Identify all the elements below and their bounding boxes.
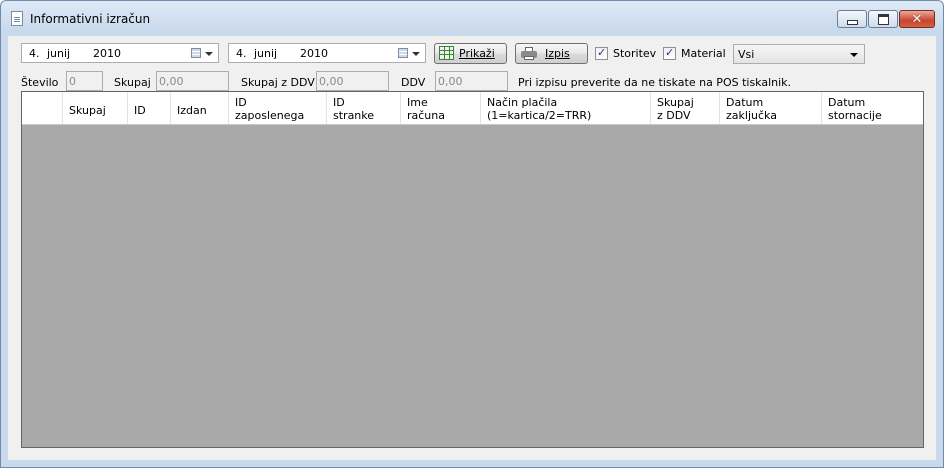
column-header[interactable]: ID stranke <box>327 92 401 124</box>
minimize-button[interactable] <box>837 10 867 28</box>
maximize-icon <box>877 13 889 25</box>
print-note: Pri izpisu preverite da ne tiskate na PO… <box>518 76 792 89</box>
vat-field[interactable]: 0,00 <box>435 71 508 91</box>
type-select-value: Vsi <box>738 48 755 61</box>
total-vat-label: Skupaj z DDV <box>241 76 315 89</box>
column-header-label: Način plačila (1=kartica/2=TRR) <box>487 96 592 122</box>
date-from-picker[interactable]: 4. junij 2010 <box>21 43 219 63</box>
vat-label: DDV <box>401 76 426 89</box>
date-to-year[interactable]: 2010 <box>300 47 328 60</box>
minimize-icon <box>846 19 858 25</box>
column-header[interactable]: Skupaj <box>63 92 128 124</box>
column-header-label: Skupaj z DDV <box>657 96 694 122</box>
printer-icon <box>521 47 537 60</box>
type-select[interactable]: Vsi <box>733 44 865 64</box>
close-icon: ✕ <box>911 11 923 27</box>
main-window: Informativni izračun ✕ 4. junij 2010 4. … <box>0 0 944 468</box>
calendar-icon[interactable] <box>191 48 201 58</box>
column-header[interactable]: Datum stornacije <box>822 92 923 124</box>
grid-header: Skupaj ID Izdan ID zaposlenega ID strank… <box>22 92 923 125</box>
column-header-label: ID <box>134 104 146 117</box>
column-header[interactable]: Ime računa <box>401 92 481 124</box>
date-from-day[interactable]: 4. <box>29 47 40 60</box>
client-area: 4. junij 2010 4. junij 2010 Prikaži Izpi… <box>8 36 936 460</box>
date-to-picker[interactable]: 4. junij 2010 <box>228 43 426 63</box>
column-header[interactable]: Način plačila (1=kartica/2=TRR) <box>481 92 651 124</box>
row-header-corner[interactable] <box>22 92 63 124</box>
total-label: Skupaj <box>114 76 151 89</box>
date-to-month[interactable]: junij <box>254 47 277 60</box>
count-label: Število <box>21 76 59 89</box>
column-header[interactable]: Skupaj z DDV <box>651 92 720 124</box>
date-from-year[interactable]: 2010 <box>93 47 121 60</box>
material-label[interactable]: Material <box>681 47 726 60</box>
table-icon <box>439 46 454 60</box>
receipts-grid[interactable]: Skupaj ID Izdan ID zaposlenega ID strank… <box>21 91 924 448</box>
column-header-label: Datum zaključka <box>726 96 777 122</box>
document-icon <box>11 11 23 26</box>
column-header-label: Izdan <box>177 104 207 117</box>
column-header[interactable]: Izdan <box>171 92 229 124</box>
chevron-down-icon[interactable] <box>205 52 213 56</box>
services-checkbox[interactable] <box>595 46 608 60</box>
print-button[interactable]: Izpis <box>515 43 588 64</box>
maximize-button[interactable] <box>868 10 898 28</box>
date-to-day[interactable]: 4. <box>236 47 247 60</box>
calendar-icon[interactable] <box>398 48 408 58</box>
column-header-label: Skupaj <box>69 104 106 117</box>
material-checkbox[interactable] <box>663 46 676 60</box>
column-header[interactable]: Datum zaključka <box>720 92 822 124</box>
print-button-label: Izpis <box>545 47 570 60</box>
column-header[interactable]: ID <box>128 92 171 124</box>
total-field[interactable]: 0,00 <box>156 71 229 91</box>
count-field[interactable]: 0 <box>66 71 103 91</box>
column-header-label: Datum stornacije <box>828 96 882 122</box>
column-header-label: ID stranke <box>333 96 375 122</box>
column-header[interactable]: ID zaposlenega <box>229 92 327 124</box>
chevron-down-icon[interactable] <box>412 52 420 56</box>
window-title: Informativni izračun <box>30 12 151 26</box>
total-vat-field[interactable]: 0,00 <box>316 71 389 91</box>
show-button[interactable]: Prikaži <box>434 43 507 64</box>
column-header-label: Ime računa <box>407 96 445 122</box>
show-button-label: Prikaži <box>459 47 495 60</box>
title-bar[interactable]: Informativni izračun ✕ <box>1 1 943 35</box>
column-header-label: ID zaposlenega <box>235 96 305 122</box>
services-label[interactable]: Storitev <box>613 47 656 60</box>
date-from-month[interactable]: junij <box>47 47 70 60</box>
chevron-down-icon <box>850 53 858 57</box>
close-button[interactable]: ✕ <box>899 10 935 28</box>
